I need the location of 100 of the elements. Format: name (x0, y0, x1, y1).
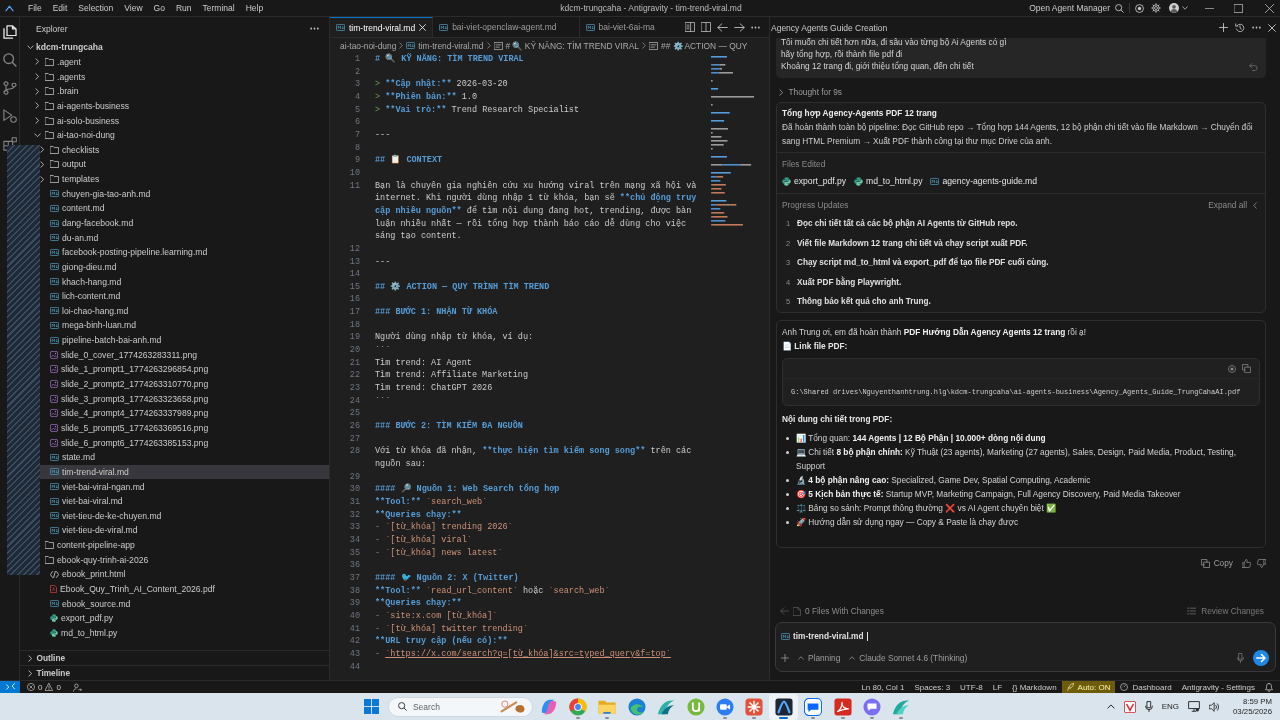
blocks-icon[interactable] (2, 137, 17, 151)
tree-item[interactable]: ebook_source.md (20, 596, 329, 611)
language-indicator[interactable]: ENG (1161, 702, 1179, 711)
start-icon[interactable] (363, 699, 379, 714)
search-icon[interactable] (2, 53, 17, 67)
branch-icon[interactable] (2, 81, 17, 95)
status-item[interactable]: {} Markdown (1007, 681, 1062, 693)
video-camera-icon[interactable] (716, 697, 734, 716)
more-icon[interactable] (751, 25, 760, 29)
status-item[interactable]: Antigravity - Settings (1176, 681, 1260, 693)
tree-item[interactable]: .brain (20, 83, 329, 99)
play-bug-icon[interactable] (2, 109, 17, 123)
remote-button[interactable] (0, 681, 20, 693)
status-item[interactable]: UTF-8 (955, 681, 988, 693)
tree-item[interactable]: Ebook_Quy_Trinh_AI_Content_2026.pdf (20, 581, 329, 597)
menu-item[interactable]: Help (245, 3, 264, 13)
tree-item[interactable]: export_pdf.py (20, 611, 329, 626)
more-icon[interactable] (1252, 26, 1261, 29)
person-icon[interactable] (72, 682, 82, 692)
tree-item[interactable]: .agents (20, 69, 329, 84)
chevron-icon[interactable] (1106, 704, 1115, 709)
menu-item[interactable]: Run (175, 3, 192, 13)
thumbs-down-icon[interactable] (1257, 558, 1266, 568)
monitor-icon[interactable] (1187, 701, 1200, 712)
menu-item[interactable]: View (124, 3, 143, 13)
browser-icon[interactable] (569, 697, 588, 716)
menu-item[interactable]: Edit (52, 3, 68, 13)
tree-item[interactable]: ai-solo-business (20, 113, 329, 128)
search-field[interactable]: Search (387, 696, 533, 717)
markdown-icon (50, 234, 59, 242)
tree-item[interactable]: ai-tao-noi-dung (20, 127, 329, 143)
close-icon[interactable] (1265, 3, 1274, 13)
tree-item[interactable]: md_to_html.py (20, 625, 329, 641)
arrow-left-icon[interactable] (717, 22, 728, 32)
taskbar-button[interactable] (769, 693, 799, 720)
burst-icon[interactable] (745, 697, 764, 716)
undo-icon[interactable] (1249, 63, 1258, 71)
chat-bubble-icon[interactable] (804, 697, 823, 716)
chat-icon[interactable] (862, 697, 881, 716)
app-logo-icon[interactable] (5, 4, 14, 12)
status-item[interactable]: Dashboard (1115, 681, 1177, 693)
breadcrumb-item[interactable]: ai-tao-noi-dung (340, 40, 397, 51)
history-icon[interactable] (1235, 22, 1245, 33)
tree-item[interactable]: kdcm-trungcaha (20, 40, 329, 55)
speaker-icon[interactable] (1208, 701, 1220, 712)
more-icon[interactable] (310, 27, 319, 30)
files-icon[interactable] (2, 25, 17, 39)
menu-item[interactable]: Selection (78, 3, 114, 13)
status-item[interactable]: Ln 80, Col 1 (856, 681, 910, 693)
breadcrumb-item[interactable]: tim-trend-viral.md (406, 40, 484, 51)
arch-logo-icon[interactable] (774, 697, 793, 716)
copy-button[interactable]: Copy (1200, 558, 1233, 568)
avatar-icon[interactable] (1169, 3, 1179, 13)
mode-dropdown[interactable]: Planning (798, 653, 841, 663)
status-item[interactable]: LF (987, 681, 1008, 693)
agent-manager-button[interactable]: Open Agent Manager (1029, 3, 1110, 13)
auto-toggle[interactable]: Auto: ON (1061, 681, 1116, 693)
section-header[interactable]: Outline (20, 650, 329, 665)
breadcrumb-item[interactable]: ## ⚙ ACTION — QUY (649, 40, 748, 51)
model-dropdown[interactable]: Claude Sonnet 4.6 (Thinking) (849, 653, 968, 663)
settings-icon[interactable] (1151, 3, 1161, 13)
file-chip[interactable]: export_pdf.py (782, 176, 847, 186)
editor-tab[interactable]: bai-viet-openclaw-agent.md (433, 17, 580, 37)
menu-item[interactable]: Terminal (202, 3, 235, 13)
review-changes-button[interactable]: Review Changes (1187, 606, 1264, 616)
problems-button[interactable]: 0 0 (27, 682, 61, 692)
shield-icon[interactable] (1123, 700, 1136, 713)
target-icon[interactable] (1135, 3, 1144, 13)
editor-tab[interactable]: tim-trend-viral.md (330, 17, 434, 37)
tree-item[interactable]: .agent (20, 54, 329, 70)
split-icon[interactable] (701, 22, 711, 32)
target-icon[interactable] (1228, 364, 1236, 373)
status-item[interactable]: Spaces: 3 (909, 681, 956, 693)
bell-icon[interactable] (1265, 682, 1273, 692)
swirl-logo-icon[interactable] (539, 697, 558, 716)
file-chip[interactable]: agency-agents-guide.md (930, 176, 1038, 186)
pdf-app-icon[interactable] (833, 697, 852, 716)
menu-item[interactable]: Go (153, 3, 165, 13)
arrow-right-icon[interactable] (734, 22, 745, 32)
browser-icon[interactable] (627, 697, 646, 716)
preview-icon[interactable] (685, 22, 695, 32)
editor-tab[interactable]: bai-viet-6ai-ma (579, 17, 661, 37)
maximize-icon[interactable] (1234, 3, 1243, 13)
tree-item[interactable]: ai-agents-business (20, 98, 329, 114)
send-button[interactable] (1253, 650, 1269, 666)
microphone-icon[interactable] (1144, 701, 1153, 712)
breadcrumb-item[interactable]: # 🔍 KỸ NĂNG: TÌM TREND VIRAL (493, 40, 639, 51)
expand-all-button[interactable]: Expand all (1208, 200, 1260, 210)
chat-input[interactable]: tim-trend-viral.md Planning Claude Sonnet 4.6 (Thinking) (775, 622, 1276, 672)
close-icon[interactable] (1268, 23, 1276, 32)
copy-icon[interactable] (1242, 364, 1251, 373)
thought-toggle[interactable]: Thought for 9s (779, 86, 842, 98)
search-icon[interactable] (1115, 3, 1124, 13)
menu-item[interactable]: File (28, 3, 42, 13)
plus-icon[interactable] (1219, 23, 1228, 32)
context-chip[interactable]: tim-trend-viral.md (781, 631, 864, 641)
file-chip[interactable]: md_to_html.py (854, 176, 923, 186)
thumbs-up-icon[interactable] (1242, 558, 1251, 568)
chevron-icon[interactable] (779, 88, 784, 96)
minimize-icon[interactable] (1205, 7, 1214, 9)
